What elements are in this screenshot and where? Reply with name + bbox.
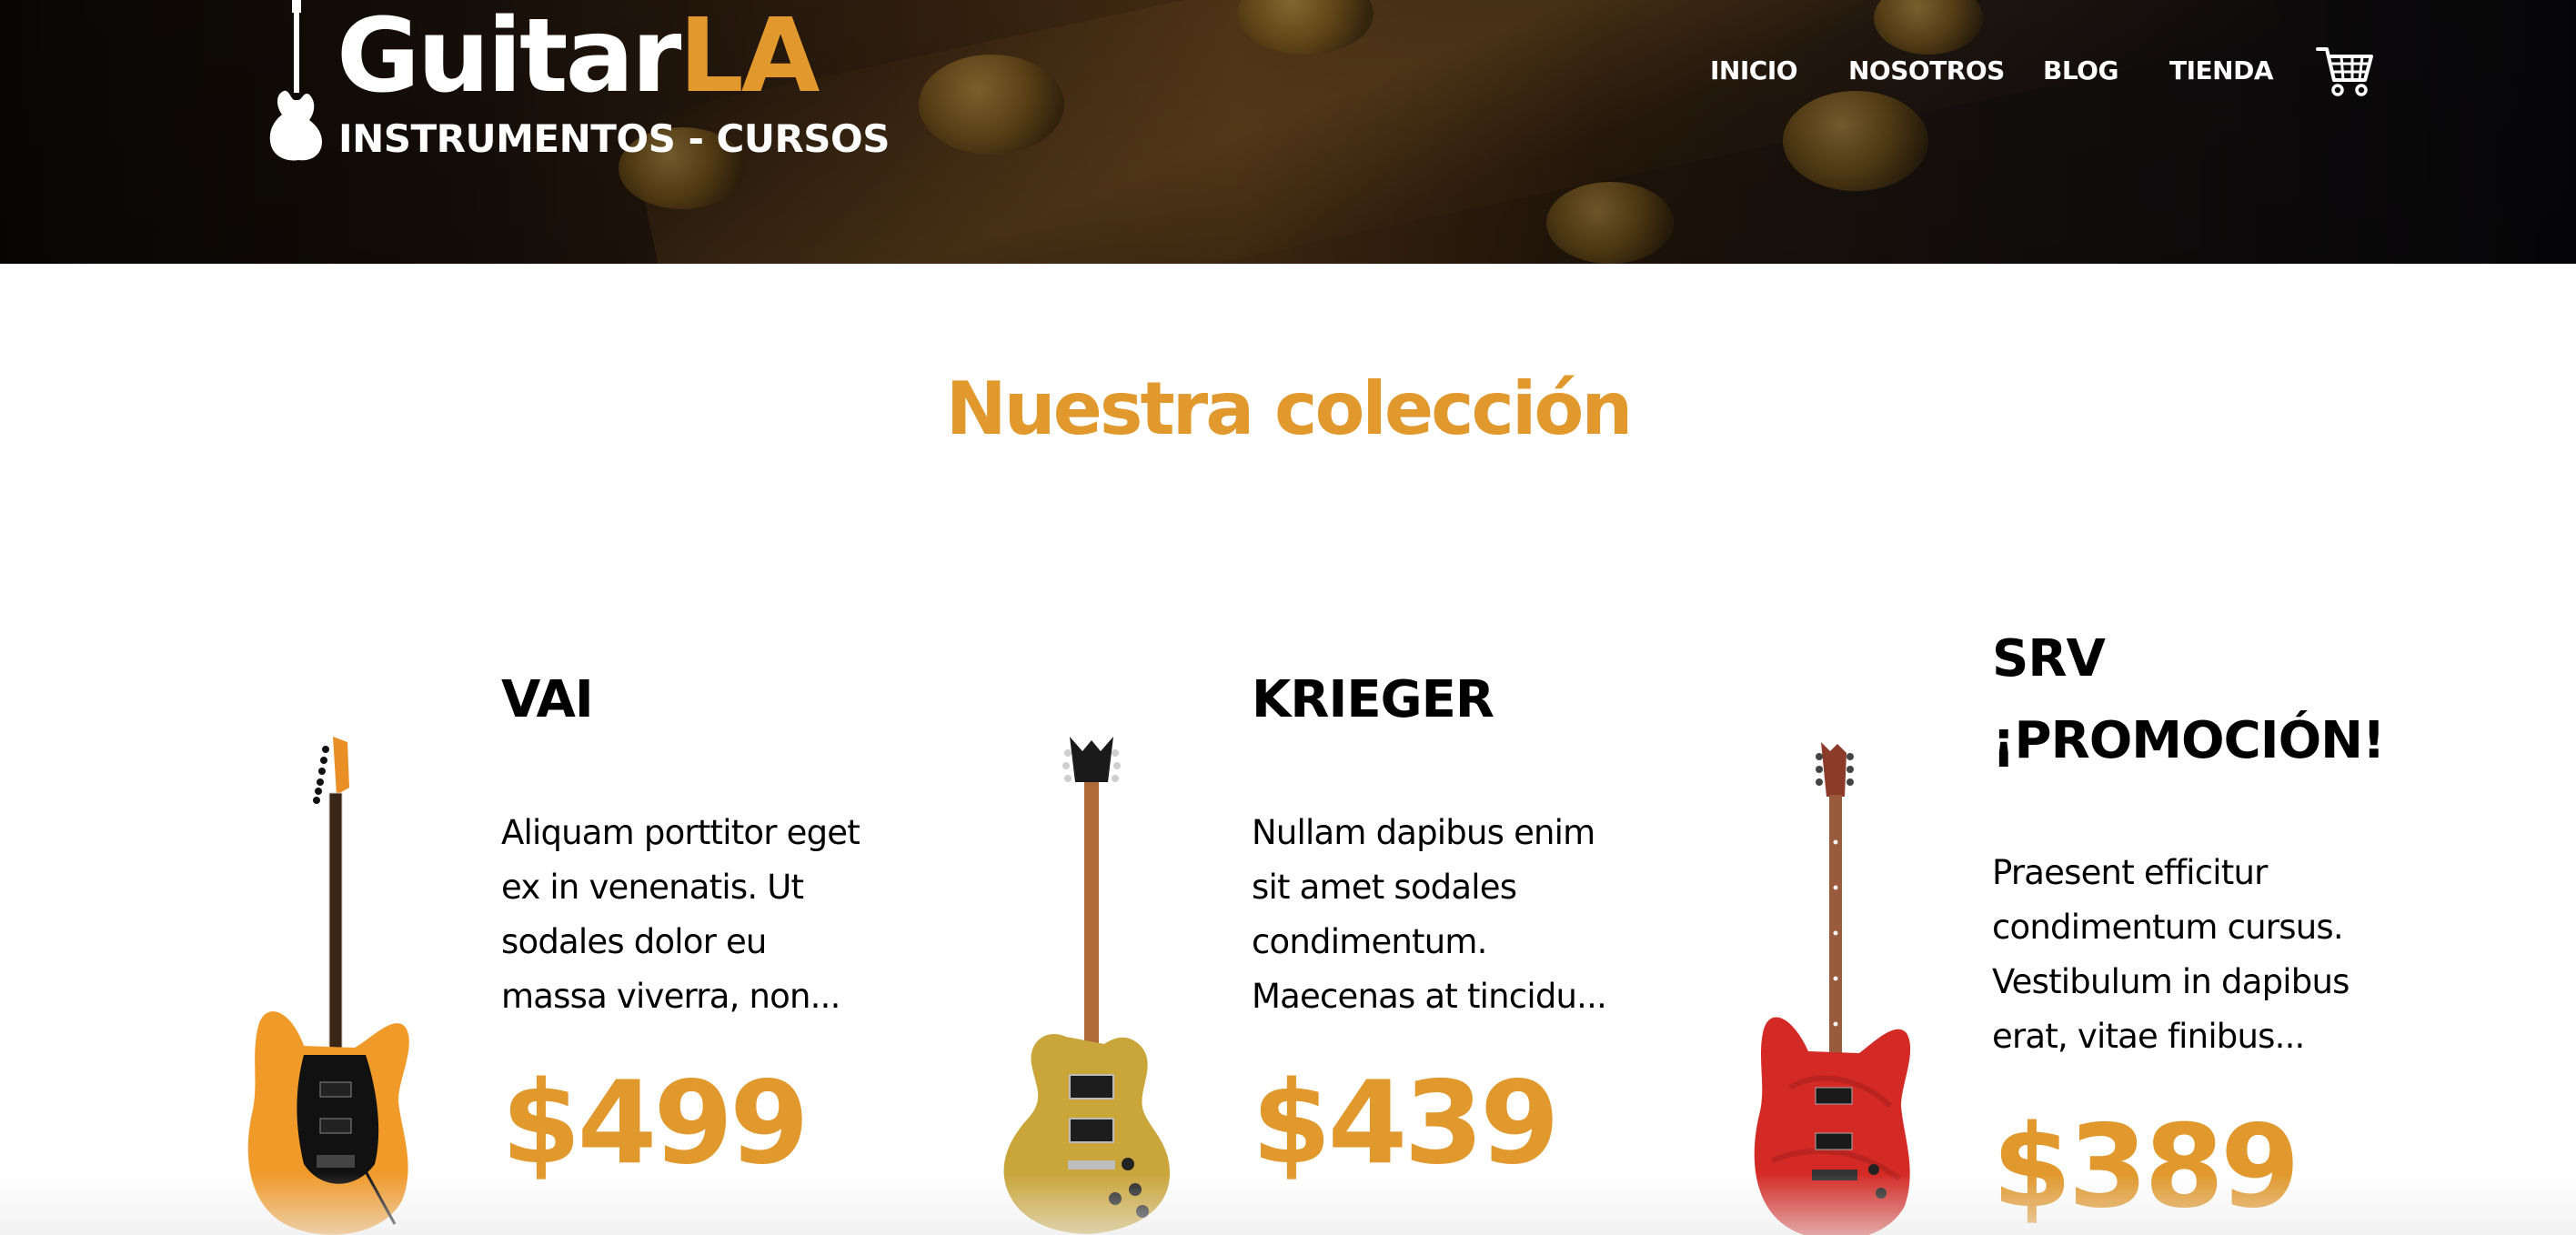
logo-tagline: INSTRUMENTOS - CURSOS bbox=[338, 116, 891, 161]
product-description: Nullam dapibus enim sit amet sodales con… bbox=[1252, 813, 1607, 1016]
guitar-logo-icon bbox=[269, 0, 322, 161]
nav-link-tienda[interactable]: TIENDA bbox=[2169, 55, 2274, 85]
product-name: VAI bbox=[501, 670, 594, 729]
collection-title: Nuestra colección bbox=[945, 366, 1634, 451]
product-description: Praesent efficitur condimentum cursus. V… bbox=[1992, 853, 2350, 1056]
shopping-cart-icon[interactable] bbox=[2316, 44, 2374, 98]
logo-wordmark: GuitarLA bbox=[337, 0, 820, 115]
logo-link[interactable]: GuitarLA INSTRUMENTOS - CURSOS bbox=[266, 0, 891, 164]
product-card: KRIEGER Nullam dapibus enim sit amet sod… bbox=[859, 628, 1717, 1235]
page: GuitarLA INSTRUMENTOS - CURSOS INICIO NO… bbox=[0, 0, 2576, 1235]
product-price: $499 bbox=[501, 1056, 810, 1190]
product-name: SRV ¡PROMOCIÓN! bbox=[1992, 629, 2386, 770]
guitar-image[interactable] bbox=[238, 737, 420, 1235]
site-header: GuitarLA INSTRUMENTOS - CURSOS INICIO NO… bbox=[0, 0, 2576, 264]
nav-link-inicio[interactable]: INICIO bbox=[1710, 55, 1798, 85]
nav-link-blog[interactable]: BLOG bbox=[2043, 55, 2118, 85]
guitar-image[interactable] bbox=[991, 737, 1192, 1235]
product-description: Aliquam porttitor eget ex in venenatis. … bbox=[501, 813, 860, 1016]
bottom-fade-overlay bbox=[0, 1173, 2576, 1235]
guitar-image[interactable] bbox=[1736, 742, 1936, 1235]
product-card: VAI Aliquam porttitor eget ex in venenat… bbox=[0, 628, 860, 1235]
nav-link-nosotros[interactable]: NOSOTROS bbox=[1848, 55, 2005, 85]
product-price: $439 bbox=[1252, 1056, 1560, 1190]
product-card: SRV ¡PROMOCIÓN! Praesent efficitur condi… bbox=[1717, 628, 2576, 1235]
product-name: KRIEGER bbox=[1252, 670, 1494, 729]
